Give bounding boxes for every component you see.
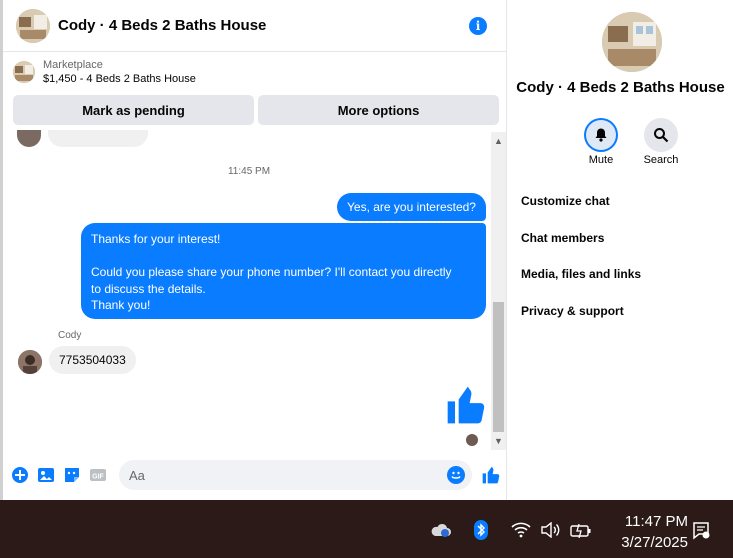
message-input[interactable] (119, 460, 419, 490)
gif-icon[interactable]: GIF (89, 466, 107, 484)
battery-icon[interactable] (570, 519, 592, 541)
listing-avatar[interactable] (602, 12, 662, 72)
info-title: Cody · 4 Beds 2 Baths House (516, 79, 725, 96)
clock-date: 3/27/2025 (621, 534, 688, 551)
image-icon[interactable] (37, 466, 55, 484)
emoji-icon[interactable] (447, 466, 465, 484)
search-button[interactable] (644, 118, 678, 152)
mark-pending-button[interactable]: Mark as pending (13, 95, 254, 125)
scroll-down-arrow-icon[interactable]: ▼ (491, 434, 506, 448)
incoming-message[interactable]: 7753504033 (49, 346, 136, 374)
customize-chat-item[interactable]: Customize chat (521, 194, 610, 208)
read-receipt-avatar (466, 434, 478, 446)
sticker-icon[interactable] (63, 466, 81, 484)
scroll-up-arrow-icon[interactable]: ▲ (491, 134, 506, 148)
taskbar: 11:47 PM 3/27/2025 (0, 500, 733, 558)
bluetooth-icon[interactable] (470, 519, 492, 541)
conversation-info-pane: Cody · 4 Beds 2 Baths House Mute Search … (508, 0, 733, 500)
sender-name: Cody (58, 330, 82, 341)
thumbs-up-sticker-icon (444, 383, 488, 427)
wifi-icon[interactable] (510, 519, 532, 541)
media-files-links-item[interactable]: Media, files and links (521, 267, 641, 281)
marketplace-label: Marketplace (43, 59, 103, 71)
notification-icon[interactable] (690, 519, 712, 541)
sender-avatar (17, 130, 41, 147)
chat-pane: Cody · 4 Beds 2 Baths House i Marketplac… (0, 0, 507, 500)
thumbs-up-icon[interactable] (481, 465, 501, 485)
system-clock[interactable]: 11:47 PM 3/27/2025 (606, 511, 688, 553)
volume-icon[interactable] (540, 519, 562, 541)
outgoing-message[interactable]: Thanks for your interest! Could you plea… (81, 223, 486, 319)
outgoing-message[interactable]: Yes, are you interested? (337, 193, 486, 221)
privacy-support-item[interactable]: Privacy & support (521, 304, 624, 318)
info-icon[interactable]: i (469, 17, 487, 35)
listing-price-title: $1,450 - 4 Beds 2 Baths House (43, 73, 196, 85)
messenger-window: Cody · 4 Beds 2 Baths House i Marketplac… (0, 0, 733, 500)
mute-label: Mute (588, 154, 614, 166)
listing-avatar[interactable] (16, 8, 50, 43)
chat-members-item[interactable]: Chat members (521, 231, 604, 245)
message-line (91, 248, 476, 265)
mute-button[interactable] (584, 118, 618, 152)
sender-avatar[interactable] (18, 350, 42, 374)
search-icon (654, 128, 669, 143)
previous-message-bubble[interactable] (48, 130, 148, 147)
message-timestamp: 11:45 PM (227, 166, 271, 177)
message-list[interactable]: 11:45 PM Yes, are you interested? Thanks… (3, 130, 491, 455)
more-options-button[interactable]: More options (258, 95, 499, 125)
search-label: Search (643, 154, 679, 166)
listing-thumbnail (13, 61, 35, 83)
scroll-thumb[interactable] (493, 302, 504, 432)
message-scrollbar[interactable]: ▲ ▼ (491, 132, 506, 450)
svg-text:GIF: GIF (92, 474, 104, 481)
onedrive-cloud-icon[interactable] (430, 519, 452, 541)
message-input-wrapper (119, 460, 472, 490)
message-composer: GIF (3, 458, 507, 492)
marketplace-listing[interactable]: Marketplace $1,450 - 4 Beds 2 Baths Hous… (3, 53, 507, 91)
chat-header: Cody · 4 Beds 2 Baths House i (3, 0, 507, 52)
bell-icon (595, 128, 607, 142)
message-line: Thank you! (91, 298, 151, 312)
chat-title[interactable]: Cody · 4 Beds 2 Baths House (58, 17, 266, 34)
plus-icon[interactable] (11, 466, 29, 484)
listing-actions: Mark as pending More options (13, 95, 499, 125)
message-line: Could you please share your phone number… (91, 265, 452, 279)
message-line: Thanks for your interest! (91, 232, 221, 246)
clock-time: 11:47 PM (624, 513, 688, 530)
message-line: to discuss the details. (91, 281, 206, 296)
